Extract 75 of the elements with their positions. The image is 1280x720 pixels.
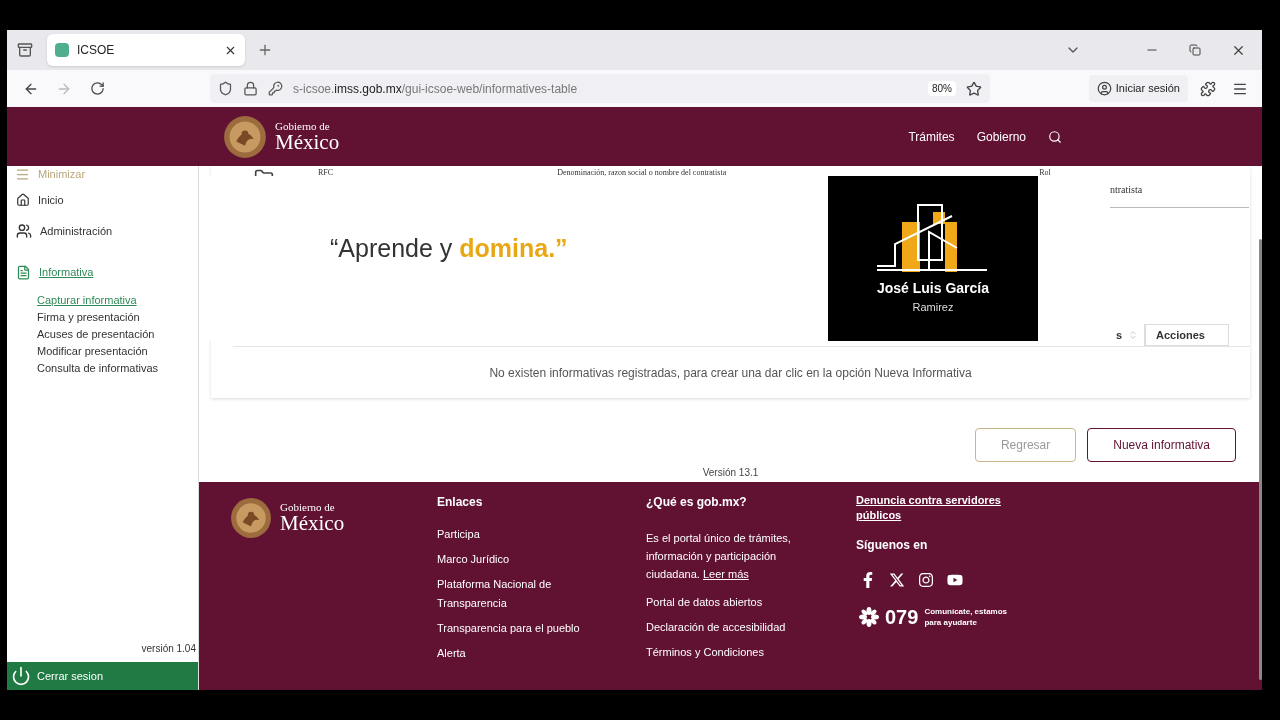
column-header: Denominación, razon social o nombre del contratista [557,167,727,179]
home-icon [16,193,30,207]
sort-icon [1128,330,1138,340]
app-version: Versión 13.1 [701,466,760,480]
address-bar[interactable]: s-icsoe.imss.gob.mx/gui-icsoe-web/informatives-table 80% [210,74,990,103]
footer-heading: ¿Qué es gob.mx? [646,494,748,511]
read-more-link[interactable]: Leer más [702,568,749,580]
sidebar-subitem[interactable]: Capturar informativa [37,292,198,309]
logo-title: México [280,513,345,534]
reload-icon[interactable] [90,81,105,96]
logo-title: México [275,131,340,153]
x-icon[interactable] [889,572,905,588]
nav-link[interactable]: Trámites [908,127,955,146]
new-tab-icon[interactable] [257,42,273,58]
column-header: ntratista [1110,182,1249,208]
sidebar-subitem[interactable]: Acuses de presentación [37,326,198,343]
restore-icon[interactable] [1189,44,1201,56]
footer-link[interactable]: Términos y Condiciones [646,643,856,661]
users-icon [16,223,32,239]
sidebar-item[interactable]: Inicio [38,191,64,209]
footer-link[interactable]: Transparencia para el pueblo [437,619,612,638]
complaint-link[interactable]: Denuncia contra servidores públicos [856,493,1036,523]
power-icon [11,666,31,686]
key-icon [268,81,283,96]
nav-link[interactable]: Gobierno [976,127,1026,146]
quote-text: “Aprende y domina.” [330,232,568,264]
footer-link[interactable]: Alerta [437,644,612,663]
follow-heading: Síguenos en [856,537,929,554]
footer-heading: Enlaces [437,494,484,511]
footer-link[interactable]: Portal de datos abiertos [646,593,856,611]
logout-button[interactable]: Cerrar sesion [7,662,198,690]
buildings-logo-icon [877,204,989,272]
shield-icon [218,81,233,96]
column-header: Rol [1039,167,1051,179]
emblem-icon [223,114,267,159]
instagram-icon[interactable] [918,572,934,588]
about-text: Es el portal único de trámites, información y participación ciudadana. Leer más [646,531,792,582]
logo-subtitle: Gobierno de [280,502,336,513]
sidebar-subitem[interactable]: Consulta de informativas [37,360,198,377]
brand-surname: Ramirez [912,300,954,315]
phone-text: Comunícate, estamos para ayudarte [924,606,1009,628]
search-icon[interactable] [1048,129,1062,144]
tab-list-icon[interactable] [17,42,33,58]
zoom-level[interactable]: 80% [928,81,956,96]
action-button[interactable]: Nueva informativa [1087,428,1236,462]
column-header: Acciones [1145,324,1229,346]
lock-icon [243,81,258,96]
column-header: RFC [318,167,334,179]
footer-link[interactable]: Participa [437,525,612,544]
extensions-icon[interactable] [1200,80,1216,97]
scrollbar[interactable] [1259,239,1262,680]
sidebar-subitem[interactable]: Firma y presentación [37,309,198,326]
emblem-icon [230,497,272,539]
sidebar-subitem[interactable]: Modificar presentación [37,343,198,360]
sign-in-button[interactable]: Iniciar sesión [1088,75,1188,102]
empty-message: No existen informativas registradas, para crear una dar clic en la opción Nueva Informativa [489,364,972,382]
url-text: s-icsoe.imss.gob.mx/gui-icsoe-web/informatives-table [293,80,579,98]
sidebar-item[interactable]: Administración [40,222,113,240]
favicon-icon [55,43,69,57]
user-icon [1096,81,1112,96]
flower-icon [859,607,879,627]
footer-link[interactable]: Plataforma Nacional de Transparencia [437,575,612,613]
footer-link[interactable]: Declaración de accesibilidad [646,618,856,636]
document-icon [16,264,31,280]
version-label: versión 1.04 [140,642,197,656]
tab-title: ICSOE [77,42,116,59]
youtube-icon[interactable] [947,572,963,588]
footer-link[interactable]: Marco Jurídico [437,550,612,569]
browser-tab[interactable]: ICSOE [47,34,245,66]
phone-number: 079 [885,605,919,630]
bookmark-star-icon[interactable] [966,80,982,97]
brand-name: José Luis García [876,279,990,298]
sidebar-item[interactable]: Informativa [39,263,94,281]
logo-subtitle: Gobierno de [275,120,331,132]
column-header[interactable]: s [1115,324,1145,346]
